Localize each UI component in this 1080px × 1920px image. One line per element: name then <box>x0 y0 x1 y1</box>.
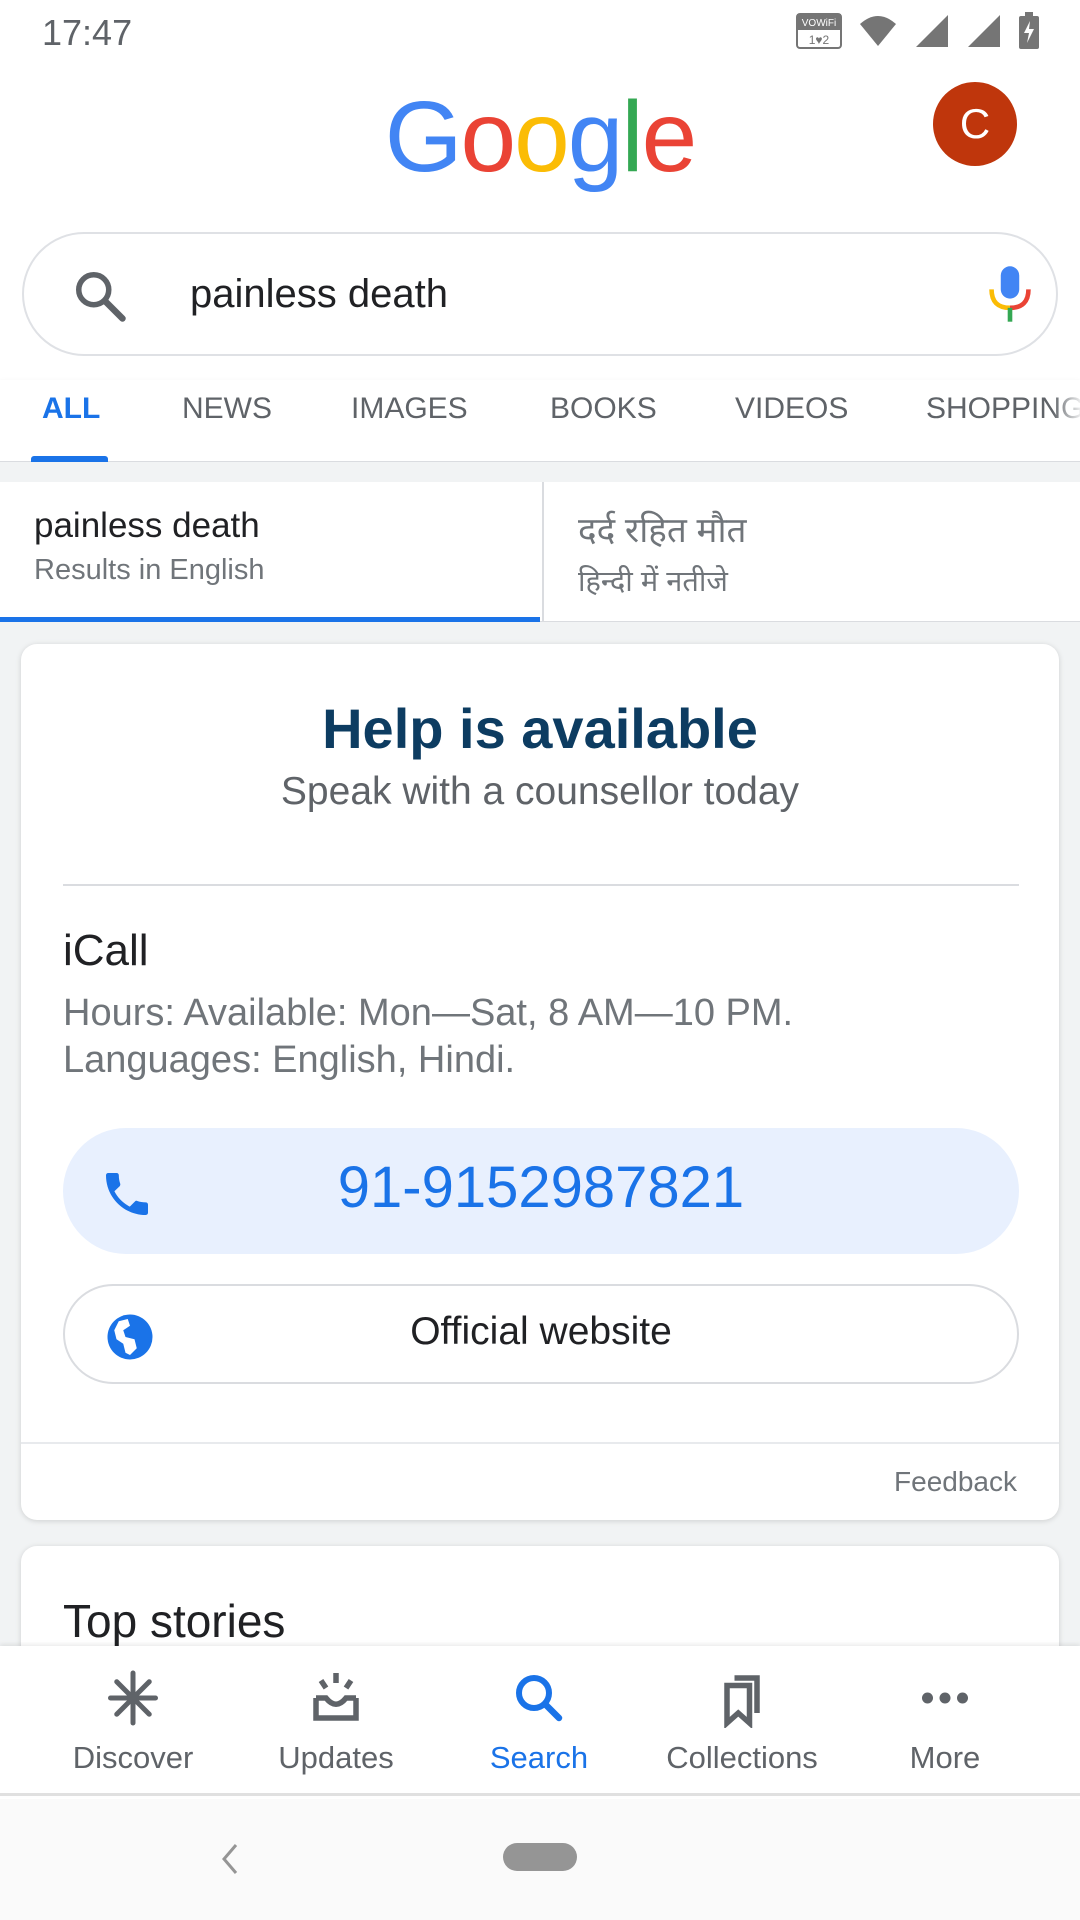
official-website-button[interactable]: Official website <box>63 1284 1019 1384</box>
help-subtitle: Speak with a counsellor today <box>280 770 800 813</box>
svg-text:VOWiFi: VOWiFi <box>802 18 836 29</box>
tab-all[interactable]: ALL <box>42 392 100 426</box>
asterisk-icon <box>108 1670 158 1726</box>
help-card: Help is available Speak with a counsello… <box>21 644 1059 1520</box>
official-website-label: Official website <box>410 1310 672 1353</box>
language-toggle: painless death Results in English दर्द र… <box>0 482 1080 622</box>
updates-inbox-icon <box>313 1673 359 1721</box>
feedback-link[interactable]: Feedback <box>894 1466 1017 1498</box>
wifi-icon <box>860 16 896 46</box>
divider <box>63 884 1019 886</box>
vowifi-icon: VOWiFi 1♥2 <box>796 13 842 49</box>
hindi-caption: हिन्दी में नतीजे <box>578 566 728 598</box>
more-dots-icon <box>922 1692 968 1704</box>
tab-images[interactable]: IMAGES <box>351 392 468 426</box>
org-languages: Languages: English, Hindi. <box>63 1039 516 1081</box>
logo-letter: o <box>514 81 570 193</box>
status-time: 17:47 <box>42 12 133 53</box>
battery-charging-icon <box>1019 12 1039 49</box>
signal-icon <box>968 15 1000 47</box>
bookmarks-icon <box>724 1675 760 1728</box>
tab-news[interactable]: NEWS <box>182 392 272 426</box>
org-name: iCall <box>63 926 149 975</box>
logo-letter: l <box>621 81 643 193</box>
search-icon <box>516 1675 563 1722</box>
nav-label: Updates <box>278 1740 394 1775</box>
search-tabs: ALL NEWS IMAGES BOOKS VIDEOS SHOPPING <box>0 380 1080 462</box>
nav-label: Discover <box>72 1740 194 1775</box>
back-icon[interactable] <box>218 1839 242 1879</box>
logo-letter: G <box>384 81 463 193</box>
tab-shopping[interactable]: SHOPPING <box>926 392 1080 426</box>
search-icon[interactable] <box>70 266 130 326</box>
tab-books[interactable]: BOOKS <box>550 392 657 426</box>
nav-collections[interactable]: Collections <box>642 1646 842 1796</box>
org-hours: Hours: Available: Mon—Sat, 8 AM—10 PM. <box>63 992 794 1034</box>
logo-letter: g <box>567 81 624 193</box>
account-avatar[interactable]: C <box>933 82 1017 166</box>
bottom-nav: Discover Updates Search Collections More <box>0 1646 1080 1796</box>
hindi-query: दर्द रहित मौत <box>578 511 747 550</box>
nav-updates[interactable]: Updates <box>236 1646 436 1796</box>
tab-videos[interactable]: VIDEOS <box>735 392 848 426</box>
signal-icon <box>916 15 948 47</box>
search-input[interactable]: painless death <box>190 272 448 317</box>
language-option-hindi[interactable]: दर्द रहित मौत हिन्दी में नतीजे <box>542 482 1080 622</box>
logo-letter: e <box>641 81 698 193</box>
avatar-initial: C <box>959 100 991 147</box>
home-button[interactable] <box>503 1843 577 1871</box>
google-logo[interactable]: Google <box>0 80 1080 195</box>
status-bar: 17:47 VOWiFi 1♥2 <box>0 0 1080 64</box>
nav-label: More <box>909 1740 981 1775</box>
mic-icon[interactable] <box>982 264 1038 324</box>
call-button[interactable]: 91-9152987821 <box>63 1128 1019 1254</box>
nav-more[interactable]: More <box>845 1646 1045 1796</box>
language-option-english[interactable]: painless death Results in English <box>0 482 540 622</box>
english-caption: Results in English <box>34 554 265 586</box>
english-query: painless death <box>34 506 260 545</box>
logo-letter: o <box>460 81 517 193</box>
phone-number: 91-9152987821 <box>337 1155 745 1220</box>
svg-text:1♥2: 1♥2 <box>809 33 830 47</box>
divider <box>21 1442 1059 1444</box>
nav-label: Collections <box>666 1740 818 1775</box>
search-box[interactable]: painless death <box>22 232 1058 356</box>
nav-search[interactable]: Search <box>439 1646 639 1796</box>
top-stories-title: Top stories <box>63 1595 286 1647</box>
nav-discover[interactable]: Discover <box>33 1646 233 1796</box>
nav-label: Search <box>489 1740 589 1775</box>
help-title: Help is available <box>322 697 758 760</box>
org-info: Hours: Available: Mon—Sat, 8 AM—10 PM. L… <box>63 990 793 1084</box>
system-nav-bar <box>0 1799 1080 1920</box>
